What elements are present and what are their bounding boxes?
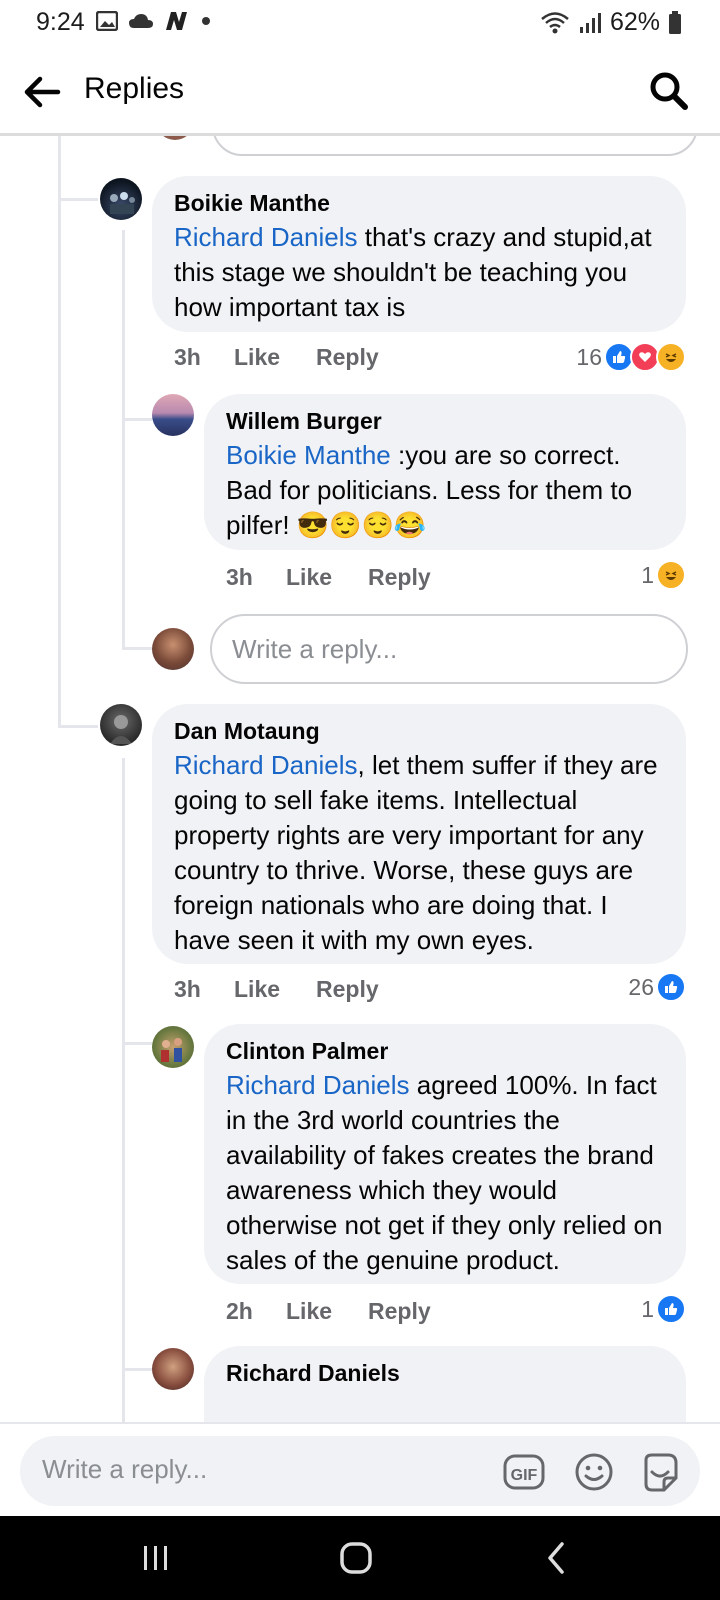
composer-placeholder: Write a reply...	[42, 1454, 208, 1484]
recent-apps-icon[interactable]	[132, 1536, 180, 1580]
battery-icon	[669, 10, 681, 34]
haha-reaction-icon	[656, 560, 686, 590]
status-right: 62%	[540, 8, 682, 37]
mention-link[interactable]: Richard Daniels	[226, 1070, 410, 1100]
comment-author[interactable]: Dan Motaung	[174, 718, 320, 745]
comment-time: 2h	[226, 1298, 253, 1324]
reaction-count: 1	[641, 561, 654, 588]
thread-connector	[58, 198, 98, 201]
emoji-icon[interactable]	[572, 1450, 616, 1494]
wifi-icon	[541, 11, 569, 33]
reactions-summary[interactable]: 16	[576, 342, 686, 372]
reply-button[interactable]: Reply	[316, 344, 379, 371]
avatar[interactable]	[152, 394, 194, 436]
n-app-icon	[166, 12, 187, 30]
gallery-icon	[96, 11, 118, 31]
like-button[interactable]: Like	[286, 1298, 332, 1325]
top-app-bar: Replies	[0, 48, 720, 134]
comment-text: Richard Daniels agreed 100%. In fact in …	[226, 1070, 663, 1275]
like-reaction-icon	[656, 1294, 686, 1324]
reply-button[interactable]: Reply	[368, 1298, 431, 1325]
signal-icon	[579, 12, 601, 33]
gif-label: GIF	[511, 1467, 538, 1484]
avatar[interactable]	[156, 136, 194, 140]
like-reaction-icon	[656, 972, 686, 1002]
back-arrow-icon[interactable]	[20, 70, 64, 114]
reply-input-placeholder: Write a reply...	[232, 633, 398, 664]
replies-thread: Boikie Manthe Richard Daniels that's cra…	[0, 136, 720, 1422]
comment-time: 3h	[174, 344, 201, 370]
status-bar: 9:24 62%	[0, 0, 720, 48]
thread-connector	[122, 647, 152, 650]
reaction-count: 16	[576, 343, 602, 370]
like-button[interactable]: Like	[234, 976, 280, 1003]
avatar[interactable]	[152, 628, 194, 670]
sticker-icon[interactable]	[638, 1450, 682, 1494]
reply-composer[interactable]: Write a reply... GIF	[20, 1436, 700, 1506]
reactions-summary[interactable]: 1	[641, 560, 686, 590]
like-button[interactable]: Like	[234, 344, 280, 371]
reply-input[interactable]: Write a reply...	[210, 614, 688, 684]
emoji-sequence: 😎😌😌😂	[296, 510, 427, 540]
like-button[interactable]: Like	[286, 564, 332, 591]
cloud-icon	[129, 14, 153, 28]
mention-link[interactable]: Richard Daniels	[174, 222, 358, 252]
haha-reaction-icon	[656, 342, 686, 372]
thread-line	[122, 758, 125, 1422]
thread-connector	[122, 1042, 152, 1045]
comment-time: 3h	[174, 976, 201, 1002]
thread-connector	[122, 1368, 152, 1371]
system-nav-bar	[0, 1516, 720, 1600]
reply-button[interactable]: Reply	[368, 564, 431, 591]
reaction-count: 1	[641, 1295, 654, 1322]
home-icon[interactable]	[332, 1536, 380, 1580]
thread-line	[58, 136, 61, 728]
avatar[interactable]	[152, 1026, 194, 1068]
comment-text: Richard Daniels, let them suffer if they…	[174, 750, 658, 955]
search-icon[interactable]	[646, 68, 692, 114]
reply-input-partial[interactable]	[212, 136, 698, 156]
reactions-summary[interactable]: 1	[641, 1294, 686, 1324]
thread-line	[122, 230, 125, 650]
battery-percent: 62%	[609, 8, 660, 36]
composer-bar: Write a reply... GIF	[0, 1422, 720, 1518]
comment-author[interactable]: Richard Daniels	[226, 1360, 400, 1387]
status-notification-icons	[96, 10, 212, 32]
comment-time: 3h	[226, 564, 253, 590]
page-title: Replies	[84, 72, 185, 105]
mention-link[interactable]: Boikie Manthe	[226, 440, 391, 470]
thread-connector	[122, 418, 152, 421]
reactions-summary[interactable]: 26	[628, 972, 686, 1002]
comment-text: Boikie Manthe :you are so correct. Bad f…	[226, 440, 633, 540]
dot-icon	[202, 17, 210, 25]
reply-button[interactable]: Reply	[316, 976, 379, 1003]
comment-author[interactable]: Willem Burger	[226, 408, 382, 435]
avatar[interactable]	[100, 178, 142, 220]
avatar[interactable]	[100, 704, 142, 746]
status-time: 9:24	[36, 8, 85, 36]
mention-link[interactable]: Richard Daniels	[174, 750, 358, 780]
reaction-count: 26	[628, 973, 654, 1000]
comment-text: Richard Daniels that's crazy and stupid,…	[174, 222, 652, 322]
avatar[interactable]	[152, 1348, 194, 1390]
comment-author[interactable]: Clinton Palmer	[226, 1038, 388, 1065]
comment-author[interactable]: Boikie Manthe	[174, 190, 330, 217]
gif-icon[interactable]: GIF	[502, 1450, 546, 1494]
thread-connector	[58, 725, 98, 728]
system-back-icon[interactable]	[534, 1536, 582, 1580]
